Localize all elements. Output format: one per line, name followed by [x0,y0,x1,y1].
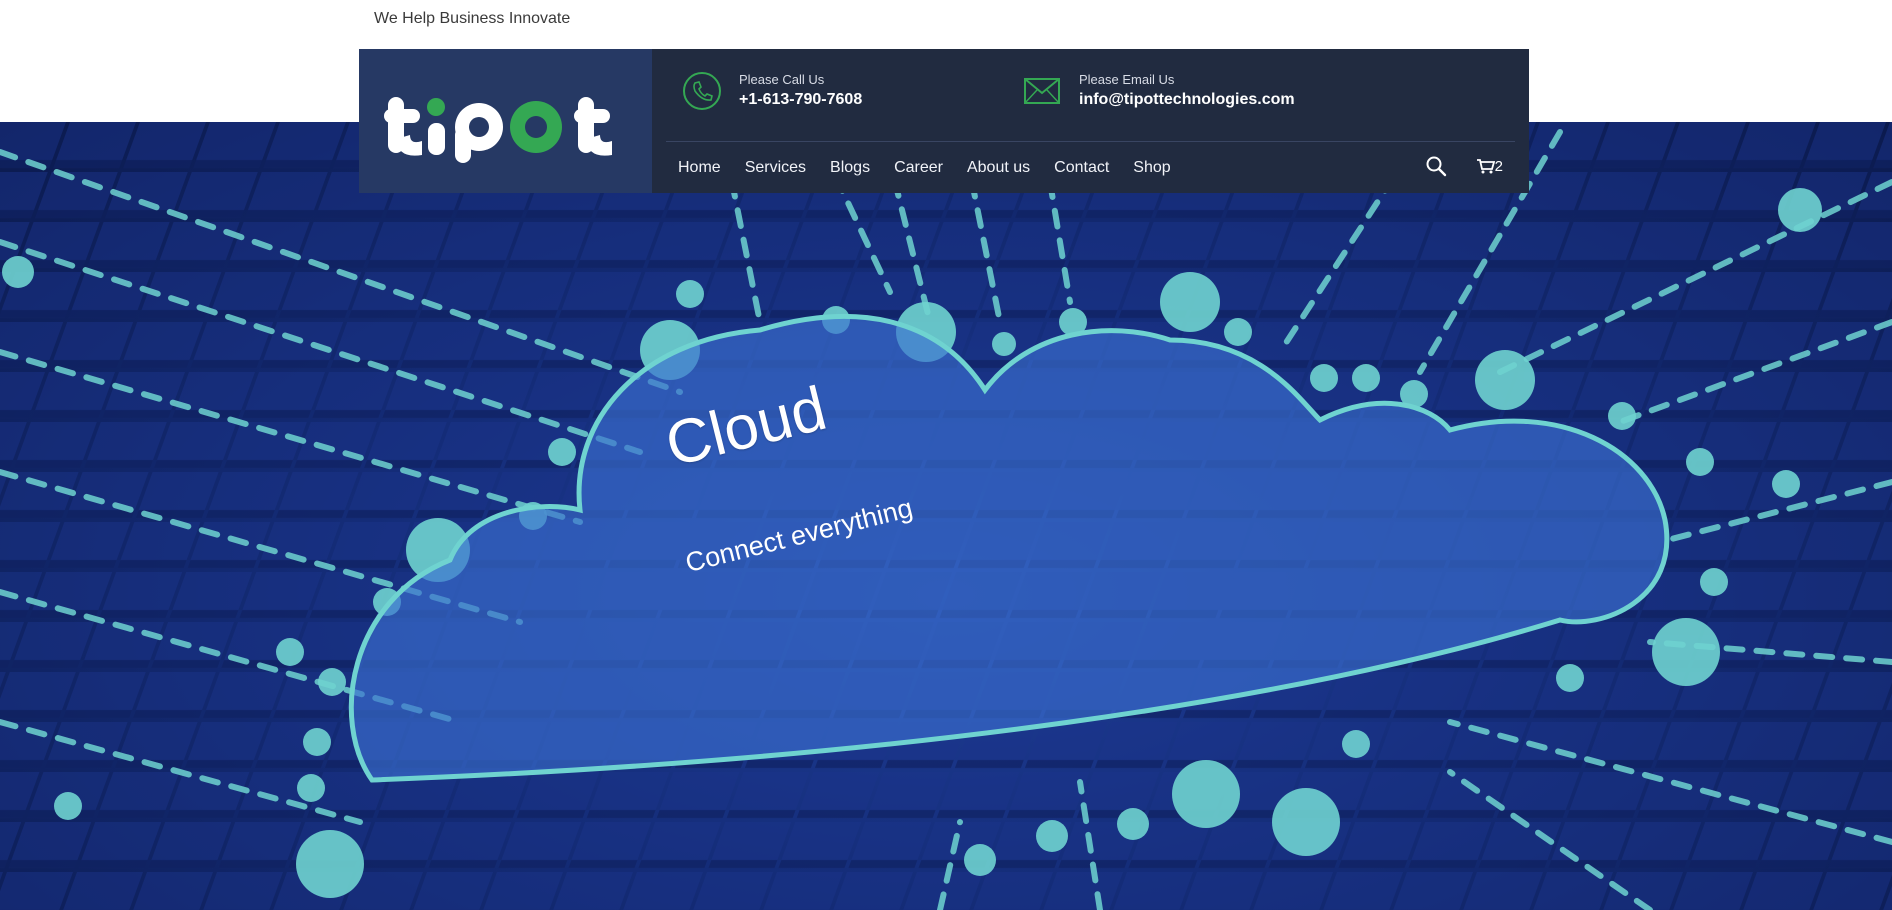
email-address[interactable]: info@tipottechnologies.com [1079,89,1295,111]
nav-about-us[interactable]: About us [967,159,1030,177]
nav-home[interactable]: Home [678,159,721,177]
mail-icon [1024,78,1060,104]
nav-blogs[interactable]: Blogs [830,159,870,177]
tagline: We Help Business Innovate [374,10,571,27]
header-divider [666,141,1515,142]
tipot-logo [383,97,612,163]
hero-banner [0,122,1892,910]
cart-icon [1476,159,1495,174]
nav-career[interactable]: Career [894,159,943,177]
site-header: Please Call Us +1-613-790-7608 Please Em… [359,49,1529,193]
logo[interactable] [359,49,652,193]
header-tools: 2 [1425,155,1503,177]
email-contact[interactable]: Please Email Us info@tipottechnologies.c… [1022,71,1295,111]
nav-shop[interactable]: Shop [1133,159,1170,177]
phone-icon [683,72,721,110]
email-label: Please Email Us [1079,72,1175,87]
header-main: Please Call Us +1-613-790-7608 Please Em… [652,49,1529,193]
search-icon[interactable] [1425,155,1447,177]
nav-services[interactable]: Services [745,159,806,177]
phone-number[interactable]: +1-613-790-7608 [739,89,862,111]
main-nav: Home Services Blogs Career About us Cont… [678,159,1195,177]
hero-background [0,122,1892,910]
nav-contact[interactable]: Contact [1054,159,1109,177]
cart-button[interactable]: 2 [1476,157,1503,175]
phone-label: Please Call Us [739,72,825,87]
cart-count: 2 [1494,157,1503,175]
phone-contact[interactable]: Please Call Us +1-613-790-7608 [682,71,862,111]
